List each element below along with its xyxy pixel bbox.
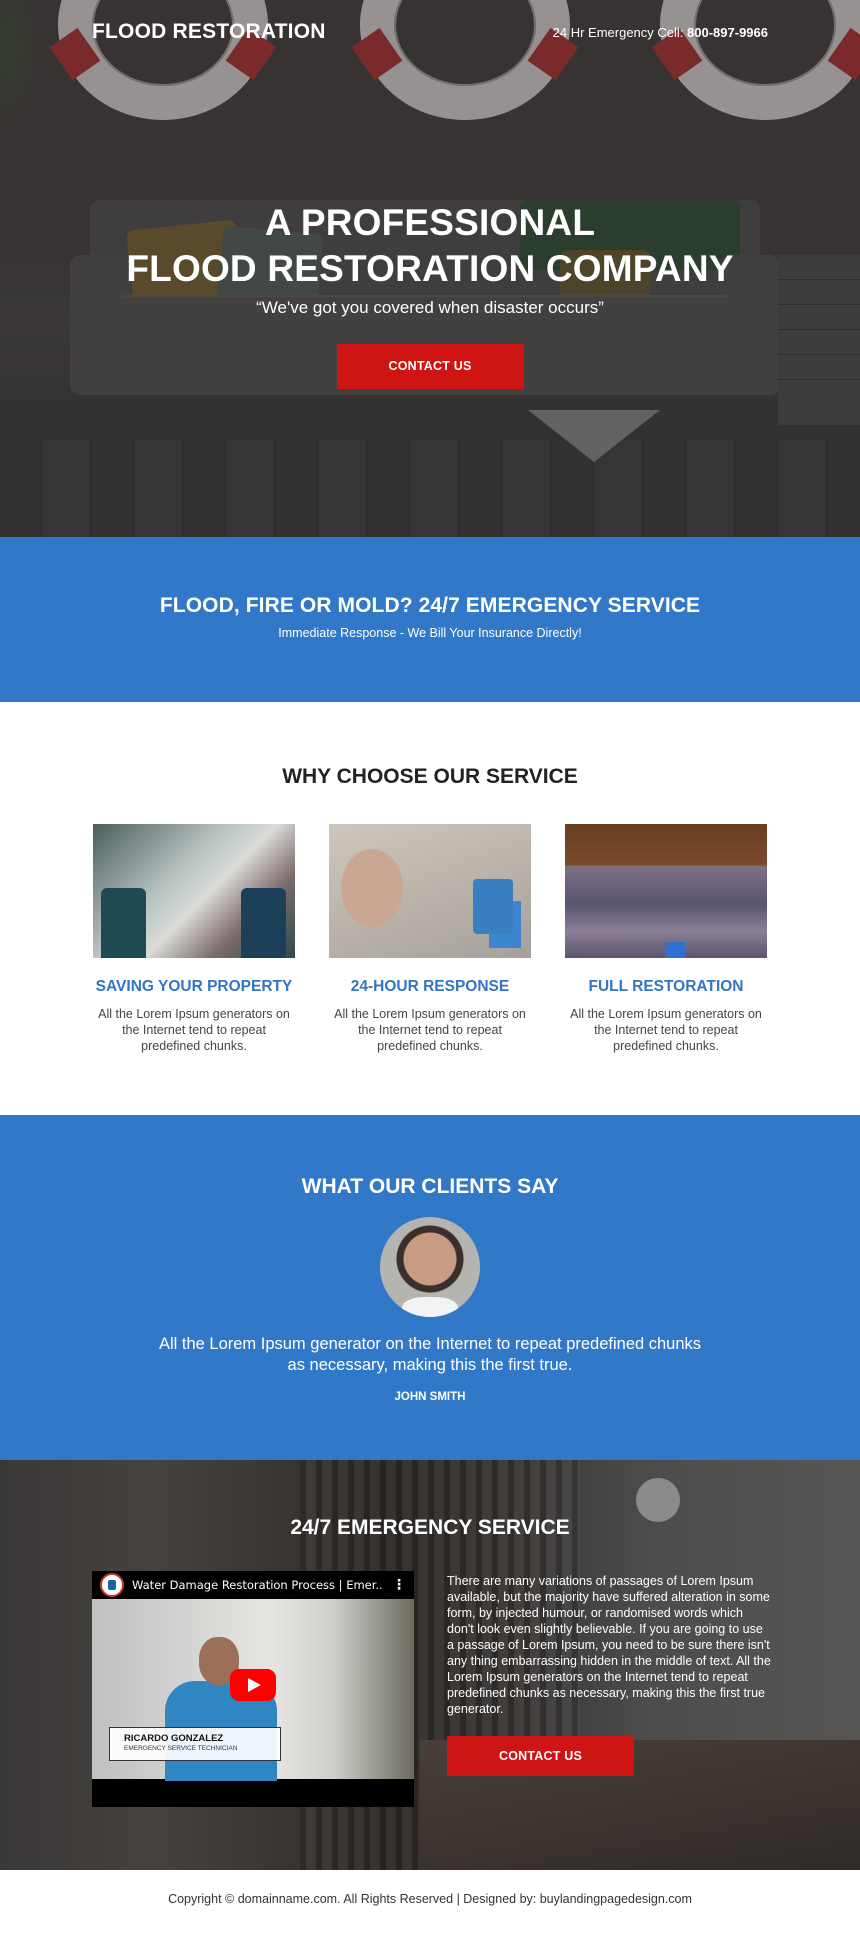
emergency-description: There are many variations of passages of…: [447, 1574, 771, 1716]
services-title: WHY CHOOSE OUR SERVICE: [282, 765, 578, 788]
hero-content: A PROFESSIONAL FLOOD RESTORATION COMPANY…: [0, 200, 860, 389]
brand-logo[interactable]: FLOOD RESTORATION: [92, 20, 326, 44]
service-text: All the Lorem Ipsum generators on the In…: [570, 1007, 762, 1053]
hero-title-line2: FLOOD RESTORATION COMPANY: [126, 248, 734, 289]
video-embed[interactable]: Water Damage Restoration Process | Emer.…: [92, 1571, 414, 1807]
hero-subtitle: “We've got you covered when disaster occ…: [256, 298, 604, 317]
service-text: All the Lorem Ipsum generators on the In…: [334, 1007, 526, 1053]
service-card: SAVING YOUR PROPERTY All the Lorem Ipsum…: [93, 824, 295, 1054]
emergency-phone[interactable]: 800-897-9966: [687, 25, 768, 40]
service-heading: SAVING YOUR PROPERTY: [95, 978, 293, 995]
service-heading: 24-HOUR RESPONSE: [350, 978, 510, 995]
emergency-band: FLOOD, FIRE OR MOLD? 24/7 EMERGENCY SERV…: [0, 537, 860, 702]
emergency-label: 24 Hr Emergency Cell:: [552, 24, 688, 40]
testimonial-author: JOHN SMITH: [394, 1391, 466, 1403]
service-card: 24-HOUR RESPONSE All the Lorem Ipsum gen…: [329, 824, 531, 1054]
emergency-text-column: There are many variations of passages of…: [447, 1571, 772, 1807]
carpet-drying-hall-photo: [565, 824, 767, 958]
emergency-title: 24/7 EMERGENCY SERVICE: [290, 1516, 570, 1539]
technician-selfie-photo: [329, 824, 531, 958]
hero-section: FLOOD RESTORATION 24 Hr Emergency Cell: …: [0, 0, 860, 537]
property-drying-equipment-photo: [93, 824, 295, 958]
footer: Copyright © domainname.com. All Rights R…: [0, 1870, 860, 1936]
testimonial-section: WHAT OUR CLIENTS SAY All the Lorem Ipsum…: [0, 1115, 860, 1460]
band-subtitle: Immediate Response - We Bill Your Insura…: [278, 626, 582, 640]
services-list: SAVING YOUR PROPERTY All the Lorem Ipsum…: [93, 824, 860, 1054]
play-icon[interactable]: [230, 1669, 276, 1701]
more-options-icon[interactable]: ⋮: [392, 1577, 406, 1593]
client-avatar: [380, 1217, 480, 1317]
emergency-contact-button[interactable]: CONTACT US: [447, 1736, 634, 1776]
service-heading: FULL RESTORATION: [588, 978, 744, 995]
technician-role: EMERGENCY SERVICE TECHNICIAN: [124, 1745, 238, 1752]
testimonial-quote: All the Lorem Ipsum generator on the Int…: [158, 1335, 702, 1374]
technician-name: RICARDO GONZALEZ: [124, 1733, 224, 1744]
hero-contact-button[interactable]: CONTACT US: [336, 344, 524, 389]
video-title[interactable]: Water Damage Restoration Process | Emer.…: [132, 1578, 384, 1592]
hero-title: A PROFESSIONAL FLOOD RESTORATION COMPANY: [0, 200, 860, 292]
services-section: WHY CHOOSE OUR SERVICE SAVING YOUR PROPE…: [0, 702, 860, 1115]
testimonial-title: WHAT OUR CLIENTS SAY: [301, 1175, 559, 1198]
hero-title-line1: A PROFESSIONAL: [264, 202, 596, 243]
service-card: FULL RESTORATION All the Lorem Ipsum gen…: [565, 824, 767, 1054]
footer-copyright: Copyright © domainname.com. All Rights R…: [168, 1892, 692, 1906]
channel-logo-icon[interactable]: [100, 1573, 124, 1597]
service-text: All the Lorem Ipsum generators on the In…: [98, 1007, 290, 1053]
emergency-phone-line: 24 Hr Emergency Cell: 800-897-9966: [553, 25, 768, 40]
video-title-bar: Water Damage Restoration Process | Emer.…: [92, 1571, 414, 1599]
top-bar: FLOOD RESTORATION 24 Hr Emergency Cell: …: [92, 20, 768, 44]
band-title: FLOOD, FIRE OR MOLD? 24/7 EMERGENCY SERV…: [159, 594, 701, 617]
emergency-service-section: 24/7 EMERGENCY SERVICE Water Damage Rest…: [0, 1460, 860, 1870]
video-lower-third: RICARDO GONZALEZ EMERGENCY SERVICE TECHN…: [109, 1727, 281, 1761]
